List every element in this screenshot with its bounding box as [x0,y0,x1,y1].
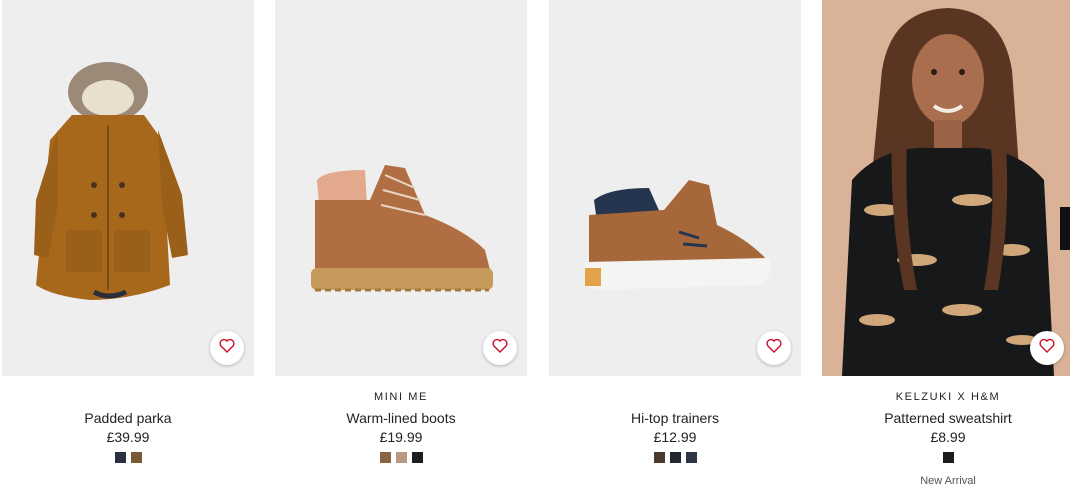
new-arrival-badge: New Arrival [920,475,976,487]
product-brand: KELZUKI X H&M [895,391,1001,403]
favourite-button[interactable] [1030,331,1064,365]
product-title[interactable]: Warm-lined boots [275,410,527,426]
product-image[interactable] [549,0,801,376]
product-title[interactable]: Padded parka [2,410,254,426]
product-price: £8.99 [930,429,966,445]
parka-image [2,0,254,376]
trainers-image [549,0,801,376]
color-swatch[interactable] [942,452,954,463]
product-price: £12.99 [653,429,697,445]
color-swatch[interactable] [653,452,665,463]
favourite-button[interactable] [483,331,517,365]
color-swatch[interactable] [411,452,423,463]
heart-icon [492,338,508,358]
color-swatch[interactable] [669,452,681,463]
color-swatches [822,452,1070,463]
favourite-button[interactable] [210,331,244,365]
product-grid: Padded parka £39.99 MINI ME Warm-lined b… [0,0,1070,492]
product-title[interactable]: Hi-top trainers [549,410,801,426]
product-price: £39.99 [106,429,150,445]
sweatshirt-model-image [822,0,1070,376]
product-card[interactable]: Padded parka £39.99 [2,0,254,492]
product-price: £19.99 [379,429,423,445]
product-image[interactable] [275,0,527,376]
product-card[interactable]: Hi-top trainers £12.99 [549,0,801,492]
product-brand [2,391,254,404]
color-swatches [2,452,254,463]
favourite-button[interactable] [757,331,791,365]
product-card[interactable]: MINI ME Warm-lined boots £19.99 [275,0,527,492]
product-brand [549,391,801,404]
product-image[interactable] [2,0,254,376]
color-swatch[interactable] [379,452,391,463]
color-swatch[interactable] [685,452,697,463]
color-swatches [549,452,801,463]
heart-icon [219,338,235,358]
product-brand: MINI ME [374,391,428,403]
color-swatches [275,452,527,463]
product-title[interactable]: Patterned sweatshirt [822,410,1070,426]
heart-icon [766,338,782,358]
product-card[interactable]: KELZUKI X H&M Patterned sweatshirt £8.99… [822,0,1070,492]
product-image[interactable] [822,0,1070,376]
color-swatch[interactable] [130,452,142,463]
side-panel-tab[interactable] [1060,207,1070,250]
color-swatch[interactable] [114,452,126,463]
color-swatch[interactable] [395,452,407,463]
boots-image [275,0,527,376]
heart-icon [1039,338,1055,358]
